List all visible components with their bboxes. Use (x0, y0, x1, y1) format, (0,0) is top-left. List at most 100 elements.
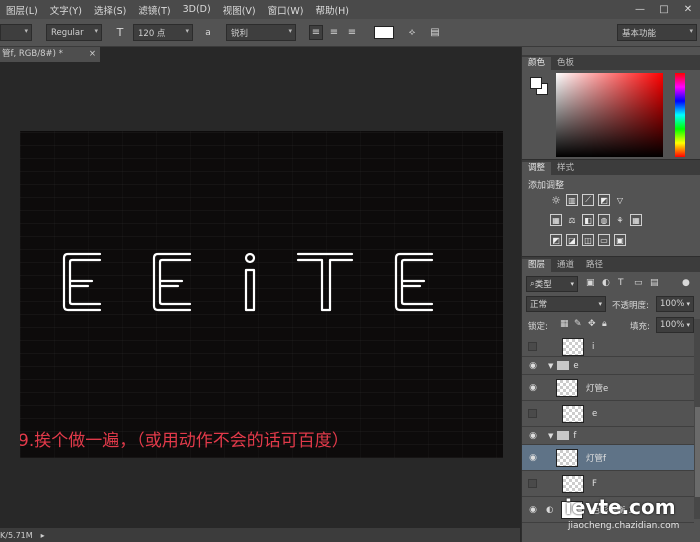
chevron-down-icon[interactable]: ▼ (548, 432, 553, 440)
gradient-map-icon[interactable]: ▭ (598, 234, 610, 246)
channel-mixer-icon[interactable]: ⚘ (614, 214, 626, 226)
layer-row-selected[interactable]: ◉ 灯管f (522, 445, 694, 471)
layer-row[interactable]: e (522, 401, 694, 427)
layer-name: e (592, 408, 598, 419)
filter-type-icon[interactable]: T (618, 278, 624, 288)
foreground-color-swatch[interactable] (530, 77, 542, 89)
chevron-down-icon: ▾ (686, 321, 690, 329)
filter-pixel-icon[interactable]: ▣ (586, 278, 595, 288)
brightness-icon[interactable]: ☼ (550, 194, 562, 207)
align-left-button[interactable]: ≡ (309, 25, 323, 40)
lock-pixels-icon[interactable]: ✎ (574, 319, 582, 329)
tab-channels[interactable]: 通道 (551, 259, 580, 272)
fill-field[interactable]: 100% ▾ (656, 317, 694, 333)
tab-layers[interactable]: 图层 (522, 259, 552, 272)
tab-paths[interactable]: 路径 (580, 259, 609, 272)
visibility-toggle[interactable] (528, 409, 537, 418)
photo-filter-icon[interactable]: ◍ (598, 214, 610, 226)
menu-type[interactable]: 文字(Y) (44, 3, 88, 17)
filter-smart-icon[interactable]: ▤ (650, 278, 659, 288)
exposure-icon[interactable]: ◩ (598, 194, 610, 206)
chevron-down-icon: ▾ (689, 27, 693, 35)
vibrance-icon[interactable]: ▽ (614, 194, 626, 206)
layer-name: f (573, 430, 577, 441)
chevron-down-icon[interactable]: ▼ (548, 362, 553, 370)
tab-color[interactable]: 颜色 (522, 57, 552, 70)
filter-toggle-icon[interactable]: ● (682, 278, 690, 288)
workspace-select[interactable]: 基本功能 ▾ (617, 24, 697, 41)
align-right-button[interactable]: ≡ (345, 25, 359, 40)
font-style-select[interactable]: Regular ▾ (46, 24, 102, 41)
layer-name: e (573, 360, 579, 371)
eye-icon[interactable]: ◉ (526, 431, 540, 441)
tab-styles[interactable]: 样式 (551, 162, 580, 175)
layer-group-row[interactable]: ◉ ▼ f (522, 427, 694, 445)
font-size-value: 120 点 (138, 28, 166, 39)
lock-all-icon[interactable]: 🔒︎ (602, 319, 607, 329)
selective-color-icon[interactable]: ▣ (614, 234, 626, 246)
color-balance-icon[interactable]: ⚖ (566, 214, 578, 226)
menu-help[interactable]: 帮助(H) (309, 3, 355, 17)
tab-adjustments[interactable]: 调整 (522, 162, 552, 175)
font-family-select[interactable]: ▾ (0, 24, 32, 41)
visibility-toggle[interactable] (528, 479, 537, 488)
adjustments-panel: 调整 样式 添加调整 ☼ ▥ ⟋ ◩ ▽ ▦ ⚖ ◧ ◍ ⚘ ▦ ◩ ◪ ◫ ▭… (522, 159, 700, 254)
filter-adjustment-icon[interactable]: ◐ (602, 278, 610, 288)
menu-window[interactable]: 窗口(W) (262, 3, 310, 17)
layer-row[interactable]: ◉ 灯管e (522, 375, 694, 401)
align-center-button[interactable]: ≡ (327, 25, 341, 40)
opacity-field[interactable]: 100% ▾ (656, 296, 694, 312)
color-panel-tabs: 颜色 色板 (522, 55, 700, 70)
blend-mode-select[interactable]: 正常 ▾ (526, 296, 606, 312)
menu-select[interactable]: 选择(S) (88, 3, 132, 17)
document-canvas[interactable]: 9.挨个做一遍，（或用动作不会的话可百度） (20, 131, 503, 458)
posterize-icon[interactable]: ◪ (566, 234, 578, 246)
color-lookup-icon[interactable]: ▦ (630, 214, 642, 226)
eye-icon[interactable]: ◉ (526, 383, 540, 393)
chevron-down-icon: ▾ (570, 280, 574, 288)
document-tab[interactable]: 管f, RGB/8#) * × (0, 47, 100, 62)
font-size-select[interactable]: 120 点 ▾ (133, 24, 193, 41)
document-tab-title: 管f, RGB/8#) * (2, 49, 63, 59)
close-button[interactable]: ✕ (676, 0, 700, 19)
hue-saturation-icon[interactable]: ▦ (550, 214, 562, 226)
threshold-icon[interactable]: ◫ (582, 234, 594, 246)
add-adjustment-title: 添加调整 (528, 181, 565, 191)
warp-text-icon[interactable]: ⟡ (405, 25, 419, 40)
layer-filter-select[interactable]: ⌕ 类型 ▾ (526, 276, 578, 292)
close-tab-icon[interactable]: × (89, 47, 96, 62)
fill-label: 填充: (630, 322, 650, 332)
eye-icon[interactable]: ◉ (526, 361, 540, 371)
panels-toggle-icon[interactable]: ▤ (428, 25, 442, 40)
chevron-down-icon: ▾ (185, 27, 189, 35)
layer-row[interactable]: F (522, 471, 694, 497)
color-picker-field[interactable] (556, 73, 663, 157)
levels-icon[interactable]: ▥ (566, 194, 578, 206)
layers-scrollbar-thumb[interactable] (695, 407, 700, 497)
chevron-down-icon: ▾ (288, 27, 292, 35)
visibility-toggle[interactable] (528, 342, 537, 351)
adjustment-icons-row-1: ☼ ▥ ⟋ ◩ ▽ (550, 194, 626, 207)
layer-filter-value: 类型 (534, 280, 552, 290)
menu-layer[interactable]: 图层(L) (0, 3, 44, 17)
status-menu-icon[interactable]: ▸ (41, 531, 45, 540)
black-white-icon[interactable]: ◧ (582, 214, 594, 226)
lock-transparent-icon[interactable]: ▦ (560, 319, 569, 329)
hue-slider[interactable] (675, 73, 685, 157)
maximize-button[interactable]: □ (652, 0, 676, 19)
layer-row[interactable]: i (522, 337, 694, 357)
curves-icon[interactable]: ⟋ (582, 194, 594, 206)
menu-view[interactable]: 视图(V) (217, 3, 262, 17)
tab-swatches[interactable]: 色板 (551, 57, 580, 70)
minimize-button[interactable]: — (628, 0, 652, 19)
menu-filter[interactable]: 滤镜(T) (132, 3, 176, 17)
eye-icon[interactable]: ◉ (526, 505, 540, 515)
eye-icon[interactable]: ◉ (526, 453, 540, 463)
invert-icon[interactable]: ◩ (550, 234, 562, 246)
menu-3d[interactable]: 3D(D) (177, 4, 217, 15)
antialias-select[interactable]: 锐利 ▾ (226, 24, 296, 41)
lock-position-icon[interactable]: ✥ (588, 319, 596, 329)
layer-group-row[interactable]: ◉ ▼ e (522, 357, 694, 375)
text-color-swatch[interactable] (374, 26, 394, 39)
filter-shape-icon[interactable]: ▭ (634, 278, 643, 288)
